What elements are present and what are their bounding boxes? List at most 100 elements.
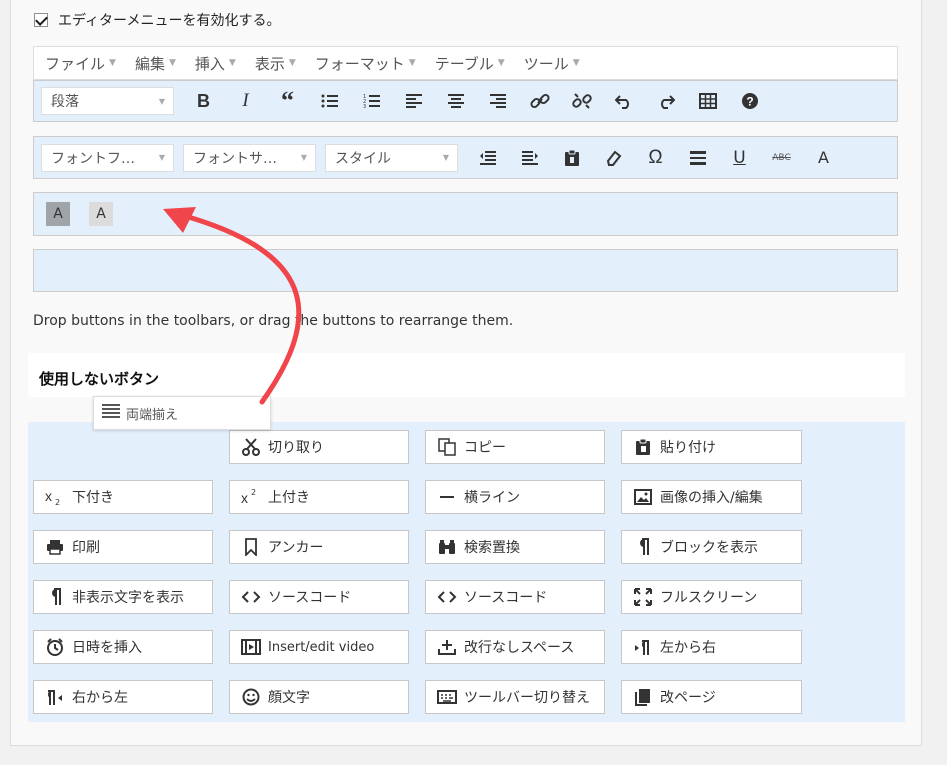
paste-icon[interactable]	[558, 144, 585, 172]
bold-icon[interactable]: B	[190, 87, 217, 115]
enable-editor-menu-row[interactable]: エディターメニューを有効化する。	[34, 10, 280, 30]
rtl-icon	[44, 688, 66, 706]
blockquote-icon[interactable]: “	[274, 86, 301, 115]
chevron-down-icon: ▼	[300, 153, 307, 162]
chevron-down-icon: ▼	[158, 96, 165, 106]
align-center-icon[interactable]	[442, 87, 469, 115]
font-family-select[interactable]: フォントフ… ▼	[41, 143, 174, 172]
align-right-icon[interactable]	[484, 87, 511, 115]
eraser-icon[interactable]	[600, 144, 627, 172]
unused-button-label: 右から左	[72, 690, 128, 706]
unused-button-copy[interactable]: コピー	[425, 430, 605, 464]
unused-button-ltr[interactable]: 左から右	[621, 630, 802, 664]
unused-button-code[interactable]: ソースコード	[229, 580, 409, 614]
unused-button-video[interactable]: Insert/edit video	[229, 630, 409, 664]
svg-text:2: 2	[251, 488, 256, 497]
unused-button-nbsp[interactable]: 改行なしスペース	[425, 630, 605, 664]
unused-button-bookmark[interactable]: アンカー	[229, 530, 409, 564]
pilcrow-icon	[44, 588, 66, 606]
italic-icon[interactable]: I	[232, 87, 259, 115]
unlink-icon[interactable]	[568, 87, 595, 115]
menu-tools[interactable]: ツール ▼	[524, 53, 580, 74]
chevron-down-icon: ▼	[497, 58, 505, 68]
unused-buttons-area	[28, 422, 905, 722]
unused-button-label: 印刷	[72, 540, 100, 556]
unused-button-fullscreen[interactable]: フルスクリーン	[621, 580, 802, 614]
menu-view[interactable]: 表示 ▼	[255, 53, 296, 74]
smiley-icon	[240, 688, 262, 706]
justify-label: 両端揃え	[126, 407, 179, 423]
unused-button-label: 日時を挿入	[72, 640, 142, 656]
chevron-down-icon: ▼	[109, 58, 116, 68]
editor-menubar: ファイル ▼ 編集 ▼ 挿入 ▼ 表示 ▼ フォーマット ▼ テーブル ▼ ツール ▼	[33, 46, 898, 80]
numbered-list-icon[interactable]: 123	[358, 87, 385, 115]
undo-icon[interactable]	[610, 87, 637, 115]
style-select[interactable]: スタイル ▼	[325, 143, 458, 172]
unused-button-paste[interactable]: 貼り付け	[621, 430, 802, 464]
horizontal-line-icon	[436, 488, 458, 506]
redo-icon[interactable]	[652, 87, 679, 115]
page-break-icon	[632, 688, 654, 706]
menu-label: ツール	[523, 54, 569, 73]
unused-button-horizontal-line[interactable]: 横ライン	[425, 480, 605, 514]
omega-icon[interactable]: Ω	[642, 144, 669, 172]
background-color-button[interactable]: A	[46, 202, 70, 226]
unused-button-code[interactable]: ソースコード	[425, 580, 605, 614]
unused-button-label: フルスクリーン	[660, 590, 758, 606]
clock-icon	[44, 638, 66, 656]
unused-button-subscript[interactable]: x 2 下付き	[33, 480, 213, 514]
text-color-label: A	[96, 206, 106, 222]
menu-format[interactable]: フォーマット ▼	[315, 53, 416, 74]
unused-button-page-break[interactable]: 改ページ	[621, 680, 802, 714]
unused-button-binoculars[interactable]: 検索置換	[425, 530, 605, 564]
hr-icon[interactable]	[684, 144, 711, 172]
subscript-icon: x2	[44, 488, 66, 506]
menu-insert[interactable]: 挿入 ▼	[195, 53, 236, 74]
unused-button-label: 改行なしスペース	[464, 640, 575, 656]
text-color-label: A	[818, 148, 829, 167]
menu-table[interactable]: テーブル ▼	[435, 53, 505, 74]
strike-label: ABC	[772, 152, 791, 163]
unused-button-label: ツールバー切り替え	[464, 690, 590, 706]
unused-button-label: 非表示文字を表示	[72, 590, 184, 606]
menu-edit[interactable]: 編集 ▼	[135, 53, 176, 74]
table-icon[interactable]	[694, 87, 721, 115]
unused-button-label: ブロックを表示	[660, 540, 758, 556]
font-size-select[interactable]: フォントサ… ▼	[183, 143, 316, 172]
toolbar-2: フォントフ… ▼ フォントサ… ▼ スタイル ▼ Ω U ABC A	[33, 136, 898, 179]
align-left-icon[interactable]	[400, 87, 427, 115]
bullet-list-icon[interactable]	[316, 87, 343, 115]
unused-button-keyboard[interactable]: ツールバー切り替え	[425, 680, 605, 714]
enable-editor-menu-checkbox[interactable]	[34, 13, 48, 27]
unused-button-scissors[interactable]: 切り取り	[229, 430, 409, 464]
unused-buttons-title: 使用しないボタン	[39, 370, 160, 388]
unused-button-pilcrow[interactable]: ブロックを表示	[621, 530, 802, 564]
underline-icon[interactable]: U	[726, 144, 753, 172]
dragging-justify-button[interactable]: 両端揃え	[93, 396, 271, 430]
chevron-down-icon: ▼	[408, 58, 416, 68]
bookmark-icon	[240, 538, 262, 556]
unused-button-smiley[interactable]: 顔文字	[229, 680, 409, 714]
unused-button-clock[interactable]: 日時を挿入	[33, 630, 213, 664]
chevron-down-icon: ▼	[442, 153, 449, 162]
text-color-button[interactable]: A	[89, 202, 113, 226]
menu-file[interactable]: ファイル ▼	[45, 53, 116, 74]
svg-text:2: 2	[55, 498, 60, 506]
chevron-down-icon: ▼	[572, 58, 580, 68]
format-select[interactable]: 段落 ▼	[41, 87, 174, 115]
toolbar-4[interactable]	[33, 249, 898, 292]
strikethrough-icon[interactable]: ABC	[768, 144, 795, 172]
unused-button-label: 切り取り	[268, 440, 324, 456]
unused-button-pilcrow[interactable]: 非表示文字を表示	[33, 580, 213, 614]
unused-button-rtl[interactable]: 右から左	[33, 680, 213, 714]
unused-button-superscript[interactable]: x 2 上付き	[229, 480, 409, 514]
unused-button-print[interactable]: 印刷	[33, 530, 213, 564]
link-icon[interactable]	[526, 87, 553, 115]
outdent-icon[interactable]	[474, 144, 501, 172]
video-icon	[240, 639, 262, 655]
unused-button-image[interactable]: 画像の挿入/編集	[621, 480, 802, 514]
help-icon[interactable]: ?	[736, 87, 763, 115]
indent-icon[interactable]	[516, 144, 543, 172]
text-color-icon[interactable]: A	[810, 144, 837, 172]
unused-button-label: 貼り付け	[660, 440, 716, 456]
